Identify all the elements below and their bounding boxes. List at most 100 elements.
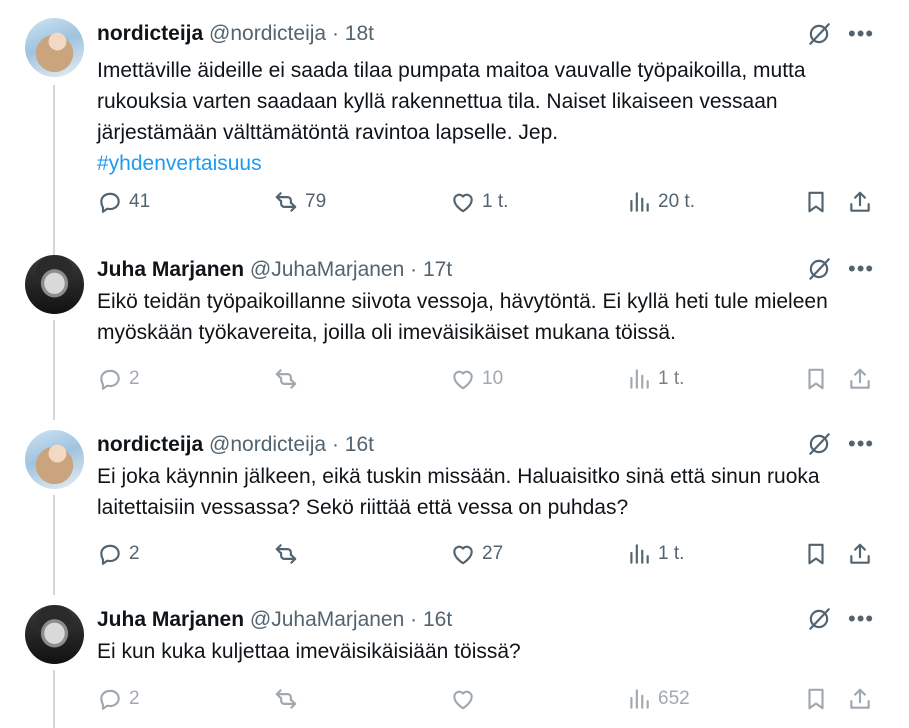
author-handle[interactable]: @nordicteija: [209, 22, 326, 45]
more-icon[interactable]: •••: [848, 433, 874, 455]
share-button[interactable]: [847, 189, 873, 215]
action-bar: 2 27 1 t.: [97, 541, 887, 571]
retweet-icon: [273, 541, 299, 567]
timestamp[interactable]: · 16t: [410, 608, 452, 631]
tweet-header: Juha Marjanen @JuhaMarjanen · 17t: [97, 258, 452, 282]
reply-icon: [97, 366, 123, 392]
tweet[interactable]: nordicteija @nordicteija · 16t ••• Ei jo…: [0, 420, 909, 595]
views-icon: [626, 541, 652, 567]
heart-icon: [450, 541, 476, 567]
reply-button[interactable]: 41: [97, 189, 150, 215]
like-count: 27: [482, 543, 504, 564]
tweet[interactable]: nordicteija @nordicteija · 18t ••• Imett…: [0, 0, 909, 245]
tweet-body: Ei kun kuka kuljettaa imeväisikäisiään t…: [97, 640, 521, 663]
avatar[interactable]: [25, 255, 84, 314]
retweet-icon: [273, 189, 299, 215]
views-icon: [626, 686, 652, 712]
grok-icon[interactable]: [806, 21, 832, 47]
like-button[interactable]: [450, 686, 482, 712]
timestamp[interactable]: · 18t: [332, 22, 374, 45]
retweet-button[interactable]: 79: [273, 189, 326, 215]
views-icon: [626, 189, 652, 215]
author-handle[interactable]: @JuhaMarjanen: [250, 258, 404, 281]
share-button[interactable]: [847, 541, 873, 567]
avatar[interactable]: [25, 605, 84, 664]
share-button[interactable]: [847, 686, 873, 712]
heart-icon: [450, 686, 476, 712]
share-button[interactable]: [847, 366, 873, 392]
share-icon: [847, 686, 873, 712]
timestamp[interactable]: · 17t: [410, 258, 452, 281]
author-name[interactable]: Juha Marjanen: [97, 608, 244, 631]
view-count: 1 t.: [658, 543, 685, 564]
share-icon: [847, 366, 873, 392]
like-button[interactable]: 1 t.: [450, 189, 508, 215]
tweet-text: Ei kun kuka kuljettaa imeväisikäisiään t…: [97, 636, 887, 667]
views-button[interactable]: 1 t.: [626, 541, 684, 567]
timestamp[interactable]: · 16t: [332, 433, 374, 456]
more-icon[interactable]: •••: [848, 608, 874, 630]
share-icon: [847, 541, 873, 567]
bookmark-icon: [803, 541, 829, 567]
reply-button[interactable]: 2: [97, 366, 140, 392]
more-icon[interactable]: •••: [848, 258, 874, 280]
views-button[interactable]: 1 t.: [626, 366, 684, 392]
grok-icon[interactable]: [806, 256, 832, 282]
retweet-button[interactable]: [273, 686, 305, 712]
like-button[interactable]: 27: [450, 541, 503, 567]
action-bar: 2 10 1 t.: [97, 366, 887, 396]
bookmark-button[interactable]: [803, 541, 829, 567]
tweet-header: Juha Marjanen @JuhaMarjanen · 16t: [97, 608, 452, 632]
retweet-button[interactable]: [273, 366, 305, 392]
views-button[interactable]: 20 t.: [626, 189, 695, 215]
views-icon: [626, 366, 652, 392]
tweet-text: Ei joka käynnin jälkeen, eikä tuskin mis…: [97, 461, 887, 523]
hashtag-link[interactable]: #yhdenvertaisuus: [97, 152, 262, 175]
reply-count: 2: [129, 543, 140, 564]
view-count: 20 t.: [658, 191, 695, 212]
author-name[interactable]: Juha Marjanen: [97, 258, 244, 281]
like-count: 10: [482, 368, 504, 389]
grok-icon[interactable]: [806, 431, 832, 457]
reply-button[interactable]: 2: [97, 541, 140, 567]
tweet[interactable]: Juha Marjanen @JuhaMarjanen · 17t ••• Ei…: [0, 245, 909, 420]
tweet-header: nordicteija @nordicteija · 16t: [97, 433, 374, 457]
tweet-text: Eikö teidän työpaikoillanne siivota vess…: [97, 286, 887, 348]
view-count: 652: [658, 688, 690, 709]
avatar[interactable]: [25, 430, 84, 489]
retweet-button[interactable]: [273, 541, 305, 567]
reply-count: 41: [129, 191, 151, 212]
reply-icon: [97, 541, 123, 567]
author-handle[interactable]: @nordicteija: [209, 433, 326, 456]
share-icon: [847, 189, 873, 215]
more-icon[interactable]: •••: [848, 23, 874, 45]
author-name[interactable]: nordicteija: [97, 22, 203, 45]
author-name[interactable]: nordicteija: [97, 433, 203, 456]
bookmark-button[interactable]: [803, 366, 829, 392]
views-button[interactable]: 652: [626, 686, 690, 712]
bookmark-icon: [803, 686, 829, 712]
avatar[interactable]: [25, 18, 84, 77]
bookmark-icon: [803, 366, 829, 392]
heart-icon: [450, 189, 476, 215]
grok-icon[interactable]: [806, 606, 832, 632]
reply-icon: [97, 189, 123, 215]
retweet-icon: [273, 686, 299, 712]
bookmark-button[interactable]: [803, 686, 829, 712]
author-handle[interactable]: @JuhaMarjanen: [250, 608, 404, 631]
bookmark-button[interactable]: [803, 189, 829, 215]
tweet[interactable]: Juha Marjanen @JuhaMarjanen · 16t ••• Ei…: [0, 595, 909, 728]
action-bar: 2 652: [97, 686, 887, 716]
reply-icon: [97, 686, 123, 712]
like-button[interactable]: 10: [450, 366, 503, 392]
tweet-body: Ei joka käynnin jälkeen, eikä tuskin mis…: [97, 465, 820, 519]
view-count: 1 t.: [658, 368, 685, 389]
reply-count: 2: [129, 368, 140, 389]
tweet-body: Imettäville äideille ei saada tilaa pump…: [97, 59, 806, 144]
tweet-header: nordicteija @nordicteija · 18t: [97, 22, 374, 46]
retweet-count: 79: [305, 191, 327, 212]
reply-button[interactable]: 2: [97, 686, 140, 712]
tweet-body: Eikö teidän työpaikoillanne siivota vess…: [97, 290, 828, 344]
bookmark-icon: [803, 189, 829, 215]
reply-count: 2: [129, 688, 140, 709]
